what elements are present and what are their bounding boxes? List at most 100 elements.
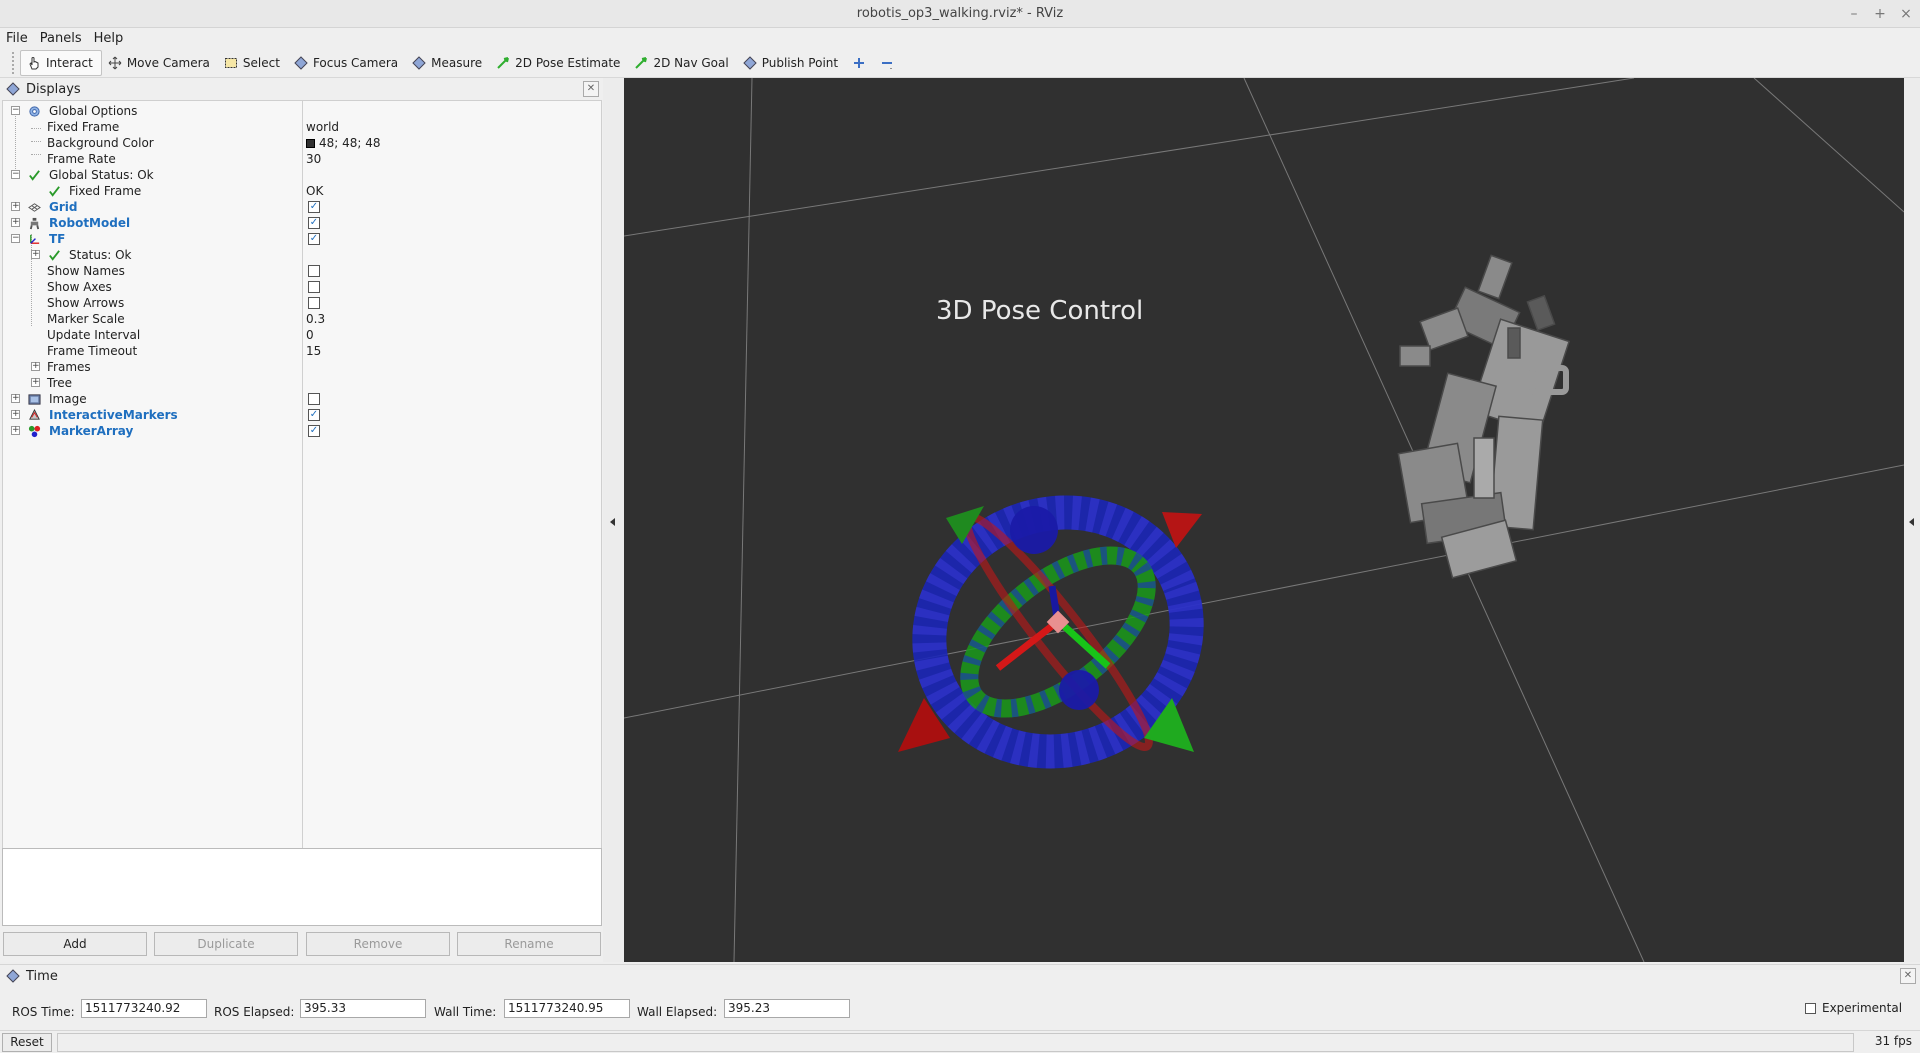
- tree-row-markerarray[interactable]: + MarkerArray ✓: [3, 423, 601, 439]
- toolbar: Interact Move Camera Select Focus Camera…: [0, 48, 1920, 78]
- handle-sphere[interactable]: [1059, 670, 1099, 710]
- status-message-field: [57, 1033, 1854, 1052]
- robot-model: [1397, 254, 1571, 579]
- tree-row-frame-timeout[interactable]: Frame Timeout 15: [3, 343, 601, 359]
- add-tool-button[interactable]: [846, 50, 874, 76]
- close-icon[interactable]: ×: [1900, 0, 1912, 28]
- expand-icon[interactable]: +: [11, 218, 20, 227]
- expand-icon[interactable]: +: [31, 250, 40, 259]
- displays-header: Displays ✕: [0, 78, 603, 100]
- reset-button[interactable]: Reset: [2, 1033, 52, 1052]
- tf-enabled-checkbox[interactable]: ✓: [308, 233, 320, 245]
- menu-panels[interactable]: Panels: [40, 31, 82, 46]
- time-panel-icon: [6, 969, 20, 983]
- measure-icon: [412, 55, 426, 70]
- tree-row-tree[interactable]: + Tree: [3, 375, 601, 391]
- right-panel-splitter[interactable]: [1904, 78, 1920, 962]
- collapse-right-arrow-icon[interactable]: [1909, 518, 1914, 526]
- show-arrows-checkbox[interactable]: [308, 297, 320, 309]
- tree-row-global-options[interactable]: − Global Options: [3, 103, 601, 119]
- tool-select[interactable]: Select: [218, 50, 288, 76]
- remove-display-button[interactable]: Remove: [306, 932, 450, 956]
- show-axes-checkbox[interactable]: [308, 281, 320, 293]
- tool-measure[interactable]: Measure: [406, 50, 490, 76]
- window-title: robotis_op3_walking.rviz* - RViz: [856, 6, 1064, 21]
- checkmark-icon: [47, 248, 61, 262]
- move-camera-icon: [108, 56, 122, 70]
- interactivemarkers-enabled-checkbox[interactable]: ✓: [308, 409, 320, 421]
- experimental-checkbox[interactable]: [1805, 1003, 1816, 1014]
- tree-row-image[interactable]: + Image: [3, 391, 601, 407]
- expand-icon[interactable]: +: [11, 394, 20, 403]
- handle-sphere[interactable]: [1010, 506, 1058, 554]
- tree-row-global-status[interactable]: − Global Status: Ok: [3, 167, 601, 183]
- tool-2d-pose-estimate[interactable]: 2D Pose Estimate: [490, 50, 628, 76]
- tree-row-marker-scale[interactable]: Marker Scale 0.3: [3, 311, 601, 327]
- minimize-icon[interactable]: –: [1848, 0, 1860, 28]
- tree-row-interactivemarkers[interactable]: + InteractiveMarkers ✓: [3, 407, 601, 423]
- collapse-left-arrow-icon[interactable]: [610, 518, 615, 526]
- tree-row-frame-rate[interactable]: Frame Rate 30: [3, 151, 601, 167]
- tool-move-camera[interactable]: Move Camera: [102, 50, 218, 76]
- expand-icon[interactable]: +: [11, 410, 20, 419]
- tree-row-update-interval[interactable]: Update Interval 0: [3, 327, 601, 343]
- expand-icon[interactable]: +: [11, 426, 20, 435]
- checkmark-icon: [47, 184, 61, 198]
- tree-row-grid[interactable]: + Grid ✓: [3, 199, 601, 215]
- interactive-pose-marker[interactable]: [895, 477, 1220, 788]
- tree-row-fixed-frame-status[interactable]: Fixed Frame OK: [3, 183, 601, 199]
- expand-icon[interactable]: +: [31, 378, 40, 387]
- time-header: Time ✕: [0, 965, 1920, 987]
- duplicate-display-button[interactable]: Duplicate: [154, 932, 298, 956]
- collapse-icon[interactable]: −: [11, 234, 20, 243]
- 3d-render-viewport[interactable]: 3D Pose Control: [624, 78, 1904, 962]
- menu-help[interactable]: Help: [94, 31, 124, 46]
- tree-row-show-names[interactable]: Show Names: [3, 263, 601, 279]
- wall-time-field[interactable]: 1511773240.95: [504, 999, 630, 1018]
- collapse-icon[interactable]: −: [11, 170, 20, 179]
- left-panel-splitter[interactable]: [603, 78, 624, 962]
- grid-enabled-checkbox[interactable]: ✓: [308, 201, 320, 213]
- tool-focus-camera[interactable]: Focus Camera: [288, 50, 406, 76]
- menu-file[interactable]: File: [6, 31, 28, 46]
- robotmodel-enabled-checkbox[interactable]: ✓: [308, 217, 320, 229]
- displays-close-button[interactable]: ✕: [583, 81, 599, 97]
- collapse-icon[interactable]: −: [11, 106, 20, 115]
- maximize-icon[interactable]: +: [1874, 0, 1886, 28]
- window-controls: – + ×: [1848, 0, 1912, 28]
- tool-publish-point[interactable]: Publish Point: [737, 50, 846, 76]
- tree-row-fixed-frame[interactable]: Fixed Frame world: [3, 119, 601, 135]
- tool-2d-nav-goal[interactable]: 2D Nav Goal: [628, 50, 736, 76]
- ros-time-field[interactable]: 1511773240.92: [81, 999, 207, 1018]
- expand-icon[interactable]: +: [31, 362, 40, 371]
- rename-display-button[interactable]: Rename: [457, 932, 601, 956]
- displays-tree[interactable]: − Global Options Fixed Frame world Backg…: [2, 100, 602, 922]
- image-enabled-checkbox[interactable]: [308, 393, 320, 405]
- color-swatch: [306, 139, 315, 148]
- minus-icon: [880, 56, 894, 70]
- markerarray-enabled-checkbox[interactable]: ✓: [308, 425, 320, 437]
- show-names-checkbox[interactable]: [308, 265, 320, 277]
- tree-row-show-axes[interactable]: Show Axes: [3, 279, 601, 295]
- tree-row-frames[interactable]: + Frames: [3, 359, 601, 375]
- ros-elapsed-field[interactable]: 395.33: [300, 999, 426, 1018]
- displays-panel-icon: [6, 82, 20, 96]
- displays-title: Displays: [26, 81, 81, 97]
- add-display-button[interactable]: Add: [3, 932, 147, 956]
- toolbar-grip[interactable]: [12, 51, 16, 74]
- pose-estimate-arrow-icon: [496, 56, 510, 70]
- wall-elapsed-field[interactable]: 395.23: [724, 999, 850, 1018]
- tree-row-show-arrows[interactable]: Show Arrows: [3, 295, 601, 311]
- tree-row-tf-status[interactable]: + Status: Ok: [3, 247, 601, 263]
- expand-icon[interactable]: +: [11, 202, 20, 211]
- robot-icon: [27, 216, 41, 230]
- focus-camera-icon: [294, 55, 308, 70]
- time-close-button[interactable]: ✕: [1900, 968, 1916, 984]
- publish-point-icon: [742, 55, 757, 70]
- select-icon: [224, 56, 238, 70]
- tree-row-robotmodel[interactable]: + RobotModel ✓: [3, 215, 601, 231]
- tool-interact[interactable]: Interact: [20, 49, 102, 76]
- remove-tool-button[interactable]: [874, 50, 902, 76]
- tree-row-tf[interactable]: − TF ✓: [3, 231, 601, 247]
- tree-row-background-color[interactable]: Background Color 48; 48; 48: [3, 135, 601, 151]
